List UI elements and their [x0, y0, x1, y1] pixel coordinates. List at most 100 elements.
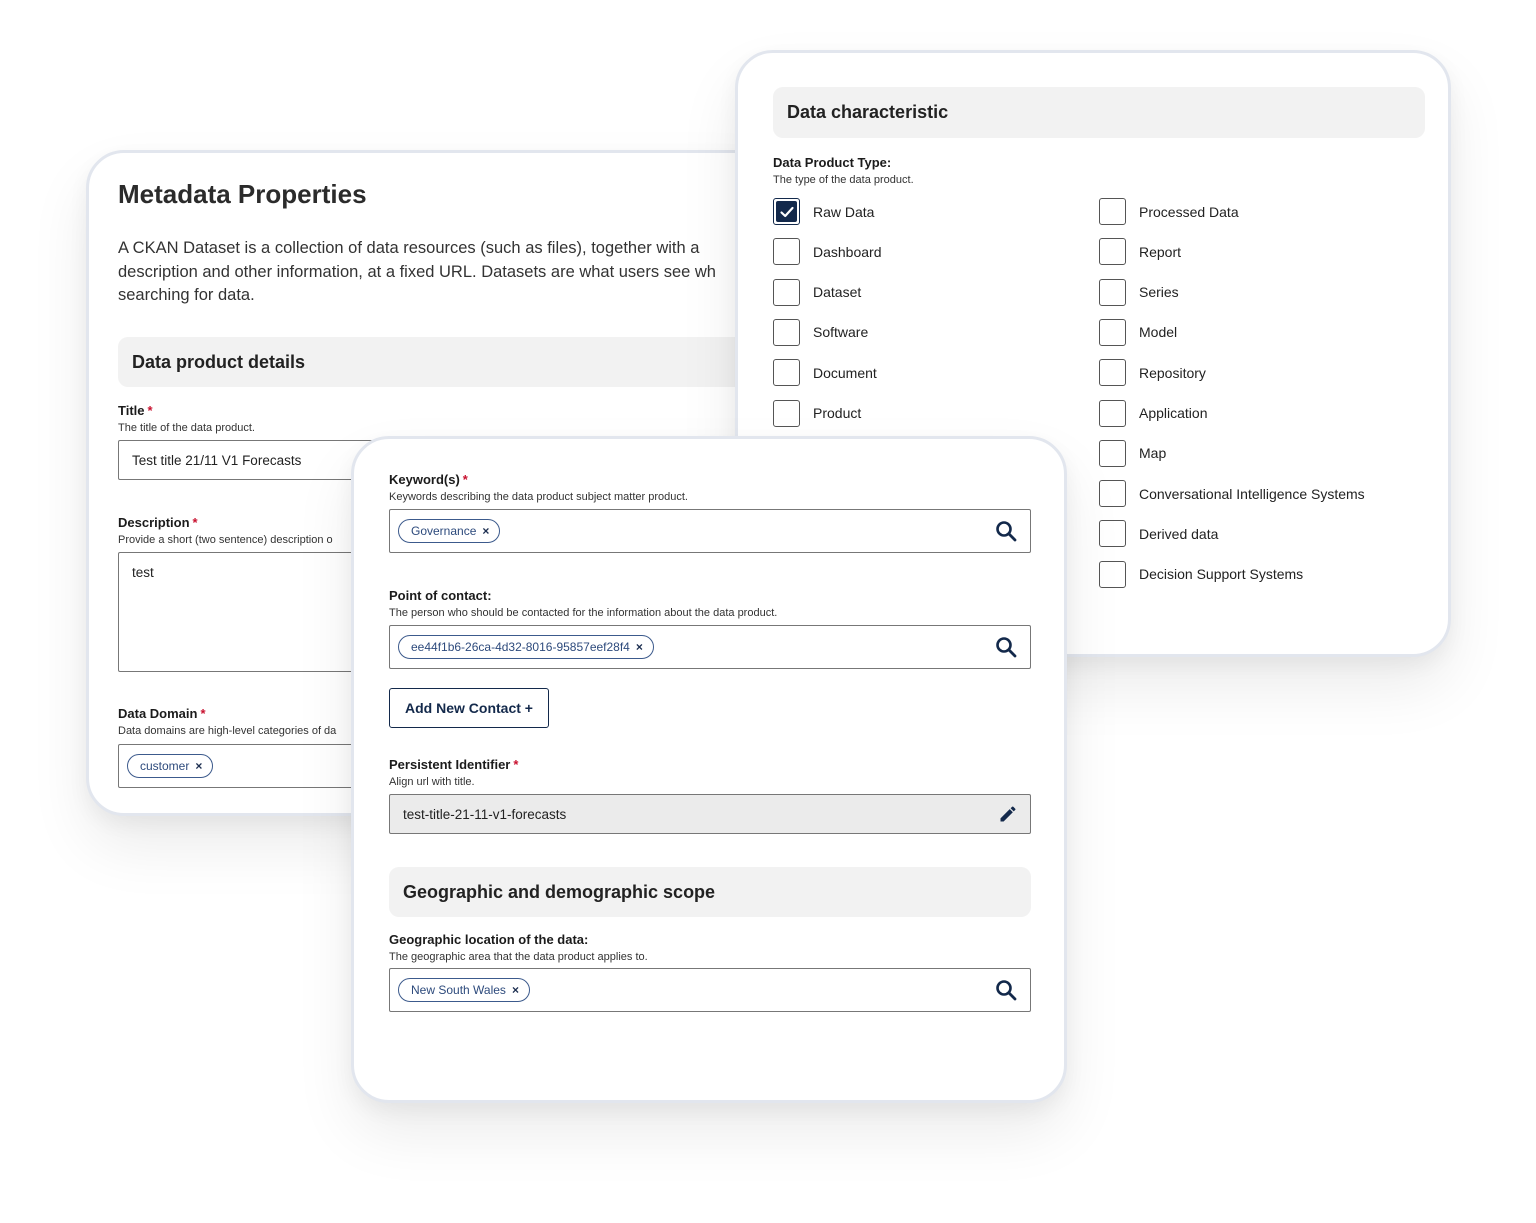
- checkbox-label: Raw Data: [813, 203, 875, 220]
- checkbox-label: Software: [813, 324, 869, 341]
- product-type-option[interactable]: Dataset: [773, 278, 862, 306]
- required-marker: *: [513, 757, 519, 772]
- title-hint: The title of the data product.: [118, 422, 255, 434]
- search-icon[interactable]: [994, 635, 1018, 659]
- product-type-option[interactable]: Dashboard: [773, 238, 882, 266]
- checkbox[interactable]: [1099, 278, 1126, 306]
- checkbox[interactable]: [1099, 399, 1126, 427]
- checkbox-label: Dashboard: [813, 243, 882, 260]
- checkbox-label: Document: [813, 364, 877, 381]
- product-type-option[interactable]: Raw Data: [773, 198, 874, 225]
- intro-text: A CKAN Dataset is a collection of data r…: [118, 237, 716, 308]
- contact-hint: The person who should be contacted for t…: [389, 607, 778, 619]
- geo-location-label: Geographic location of the data:: [389, 932, 589, 947]
- checkbox[interactable]: [1099, 318, 1126, 346]
- product-type-option[interactable]: Product: [773, 399, 862, 427]
- checkbox-label: Repository: [1139, 364, 1206, 381]
- section-title: Data product details: [132, 351, 306, 372]
- checkbox-label: Map: [1139, 445, 1167, 462]
- product-type-option[interactable]: Software: [773, 318, 869, 346]
- product-type-option[interactable]: Derived data: [1099, 520, 1219, 548]
- product-type-option[interactable]: Series: [1099, 278, 1179, 306]
- checkbox[interactable]: [773, 278, 800, 306]
- checkbox[interactable]: [1099, 480, 1126, 508]
- domain-chip: customer ×: [127, 754, 214, 778]
- edit-pencil-icon[interactable]: [998, 804, 1018, 824]
- product-type-option[interactable]: Decision Support Systems: [1099, 560, 1304, 588]
- geo-location-hint: The geographic area that the data produc…: [389, 951, 648, 963]
- identifier-input[interactable]: test-title-21-11-v1-forecasts: [389, 794, 1031, 834]
- search-icon[interactable]: [994, 978, 1018, 1002]
- title-label: Title *: [118, 403, 153, 418]
- identifier-value: test-title-21-11-v1-forecasts: [403, 806, 567, 822]
- add-new-contact-button[interactable]: Add New Contact +: [389, 688, 549, 728]
- checkbox[interactable]: [773, 318, 800, 346]
- title-input-value: Test title 21/11 V1 Forecasts: [132, 452, 302, 468]
- required-marker: *: [462, 472, 468, 487]
- checkbox[interactable]: [1099, 238, 1126, 266]
- section-header-data-characteristic: Data characteristic: [773, 87, 1425, 138]
- checkbox-checked[interactable]: [773, 198, 800, 225]
- section-title: Data characteristic: [787, 102, 949, 122]
- geo-location-input[interactable]: New South Wales ×: [389, 968, 1031, 1012]
- product-type-option[interactable]: Repository: [1099, 359, 1206, 387]
- page-title: Metadata Properties: [118, 179, 367, 209]
- description-label: Description *: [118, 515, 198, 530]
- identifier-hint: Align url with title.: [389, 776, 475, 788]
- data-domain-label: Data Domain *: [118, 706, 206, 721]
- required-marker: *: [200, 706, 206, 721]
- product-type-label: Data Product Type:: [773, 155, 892, 170]
- product-type-option[interactable]: Conversational Intelligence Systems: [1099, 480, 1365, 508]
- keywords-hint: Keywords describing the data product sub…: [389, 491, 688, 503]
- description-value: test: [132, 565, 154, 580]
- product-type-option[interactable]: Application: [1099, 399, 1208, 427]
- section-header-geographic-scope: Geographic and demographic scope: [389, 867, 1031, 917]
- checkbox[interactable]: [773, 238, 800, 266]
- checkbox-label: Application: [1139, 405, 1208, 421]
- checkbox-label: Processed Data: [1139, 203, 1239, 220]
- checkbox[interactable]: [1099, 560, 1126, 588]
- contact-input[interactable]: ee44f1b6-26ca-4d32-8016-95857eef28f4 ×: [389, 625, 1031, 669]
- data-domain-hint: Data domains are high-level categories o…: [118, 725, 337, 737]
- checkbox[interactable]: [1099, 520, 1126, 548]
- checkbox-label: Product: [813, 405, 862, 421]
- checkbox-label: Derived data: [1139, 525, 1219, 542]
- checkbox-label: Model: [1139, 324, 1178, 341]
- intro-line: description and other information, at a …: [118, 262, 716, 281]
- checkbox[interactable]: [1099, 359, 1126, 387]
- required-marker: *: [147, 403, 153, 418]
- product-type-hint: The type of the data product.: [773, 174, 914, 186]
- checkmark-icon: [776, 201, 797, 222]
- keywords-label: Keyword(s) *: [389, 472, 468, 487]
- remove-chip-icon[interactable]: ×: [482, 524, 489, 538]
- product-type-option[interactable]: Document: [773, 359, 877, 387]
- section-title: Geographic and demographic scope: [403, 881, 716, 902]
- checkbox-label: Series: [1139, 284, 1179, 301]
- checkbox-label: Conversational Intelligence Systems: [1139, 485, 1365, 502]
- checkbox[interactable]: [1099, 439, 1126, 467]
- identifier-label: Persistent Identifier *: [389, 757, 519, 772]
- keyword-chip: Governance ×: [398, 519, 501, 543]
- product-type-option[interactable]: Processed Data: [1099, 198, 1239, 225]
- remove-chip-icon[interactable]: ×: [195, 759, 202, 773]
- location-chip: New South Wales ×: [398, 978, 530, 1002]
- contact-label: Point of contact:: [389, 588, 492, 603]
- description-hint: Provide a short (two sentence) descripti…: [118, 534, 333, 546]
- keywords-contact-card: Keyword(s) * Keywords describing the data…: [351, 436, 1067, 1103]
- product-type-option[interactable]: Map: [1099, 439, 1167, 467]
- checkbox[interactable]: [1099, 198, 1126, 225]
- remove-chip-icon[interactable]: ×: [636, 640, 643, 654]
- intro-line: searching for data.: [118, 286, 255, 304]
- intro-line: A CKAN Dataset is a collection of data r…: [118, 239, 700, 257]
- product-type-option[interactable]: Model: [1099, 318, 1178, 346]
- product-type-option[interactable]: Report: [1099, 238, 1181, 266]
- section-header-data-product-details: Data product details: [118, 337, 783, 387]
- checkbox[interactable]: [773, 399, 800, 427]
- checkbox-label: Dataset: [813, 284, 862, 301]
- search-icon[interactable]: [994, 519, 1018, 543]
- contact-chip: ee44f1b6-26ca-4d32-8016-95857eef28f4 ×: [398, 635, 654, 659]
- checkbox-label: Decision Support Systems: [1139, 566, 1304, 583]
- checkbox[interactable]: [773, 359, 800, 387]
- remove-chip-icon[interactable]: ×: [512, 983, 519, 997]
- keywords-input[interactable]: Governance ×: [389, 509, 1031, 553]
